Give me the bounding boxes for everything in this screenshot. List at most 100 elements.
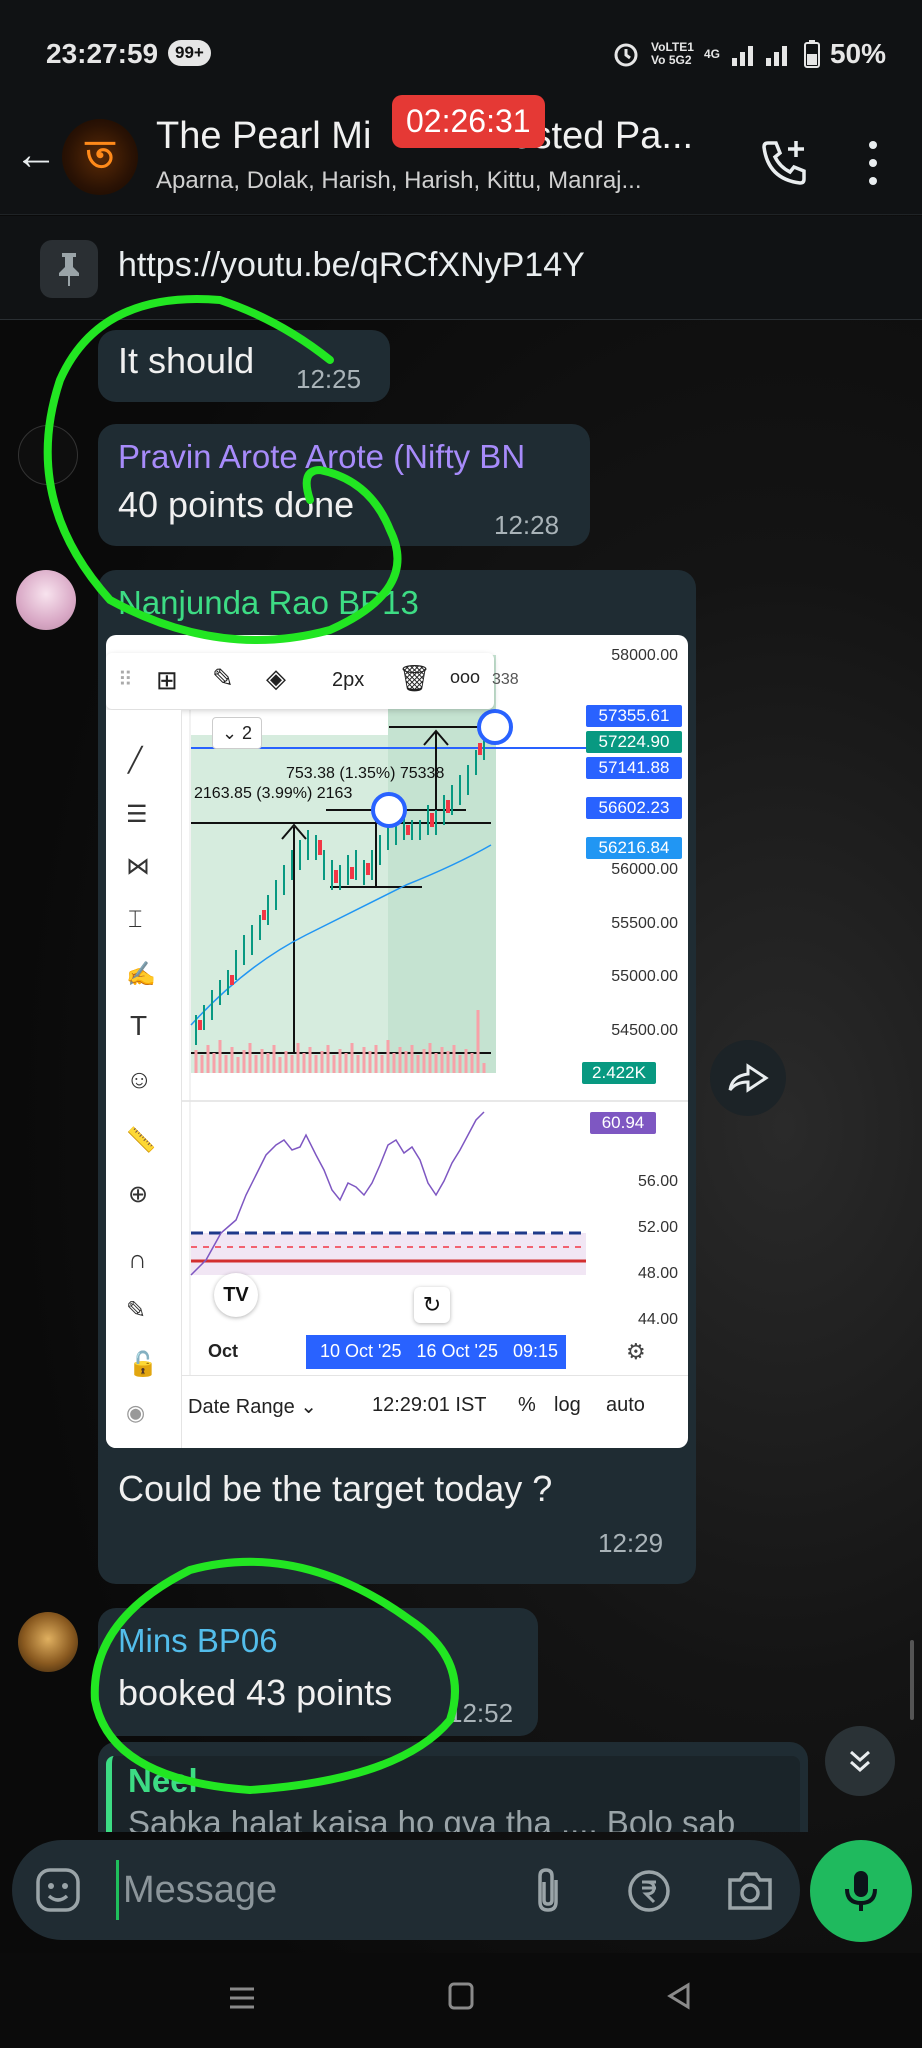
avatar-glyph: ত [85, 134, 115, 176]
sender-avatar[interactable] [18, 425, 78, 485]
collapse-arrow-icon[interactable]: ‹ [166, 1299, 173, 1325]
message-compose-bar [12, 1840, 800, 1940]
signal-icon [731, 46, 787, 66]
more-options-icon[interactable] [860, 137, 886, 189]
reset-icon[interactable]: ↻ [414, 1287, 450, 1323]
rsi-axis-label: 48.00 [637, 1265, 678, 1282]
date-range-button[interactable]: Date Range ⌄ [188, 1394, 317, 1419]
message-bubble[interactable]: Pravin Arote Arote (Nifty BN 40 points d… [98, 424, 590, 546]
rsi-axis-label: 56.00 [637, 1173, 678, 1190]
trash-icon[interactable]: 🗑 [398, 663, 431, 694]
fib-icon[interactable]: ☰ [126, 800, 148, 829]
group-avatar[interactable]: ত [62, 119, 138, 195]
date-range-text: Date Range [188, 1396, 295, 1418]
magnet-icon[interactable]: ∩ [128, 1244, 147, 1275]
member-list[interactable]: Aparna, Dolak, Harish, Harish, Kittu, Ma… [156, 167, 642, 195]
lock-icon[interactable]: 🔓 [128, 1350, 158, 1379]
quote-text: Sabka halat kaisa ho gya tha .... Bolo s… [128, 1804, 736, 1832]
message-bubble[interactable]: It should 12:25 [98, 330, 390, 402]
quoted-message[interactable]: Neel Sabka halat kaisa ho gya tha .... B… [106, 1756, 800, 1832]
percent-toggle[interactable]: % [518, 1394, 536, 1417]
layout-count: 2 [242, 723, 253, 743]
rsi-tag: 60.94 [590, 1112, 656, 1134]
brush-icon[interactable]: ✍ [126, 960, 156, 989]
chat-screen: 23:27:59 99+ VoLTE1 Vo 5G2 4G 50% ← ত Th… [0, 0, 922, 2048]
log-toggle[interactable]: log [554, 1394, 581, 1417]
emoji-icon[interactable]: ☺ [126, 1064, 153, 1095]
fill-color-icon[interactable]: ◈ [266, 663, 286, 694]
scrollbar[interactable] [910, 1640, 914, 1720]
sender-name[interactable]: Mins BP06 [118, 1622, 278, 1660]
ruler-icon[interactable]: 📏 [126, 1126, 156, 1155]
auto-toggle[interactable]: auto [606, 1394, 645, 1417]
eye-icon[interactable]: ◉ [126, 1400, 145, 1426]
message-time: 12:25 [296, 364, 362, 394]
message-text: 40 points done [118, 484, 355, 525]
price-tag: 56216.84 [586, 837, 682, 859]
more-icon[interactable]: ooo [450, 667, 480, 688]
drag-handle [371, 792, 407, 828]
pattern-icon[interactable]: ⋈ [126, 852, 150, 881]
pinned-message[interactable]: https://youtu.be/qRCfXNyP14Y [0, 216, 922, 320]
layout-selector[interactable]: ⌄ 2 [212, 717, 262, 749]
add-call-icon[interactable] [758, 135, 812, 189]
line-width-label[interactable]: 2px [332, 669, 364, 692]
trendline-icon[interactable]: ╱ [128, 746, 142, 775]
price-axis-label: 55000.00 [611, 968, 678, 985]
message-time: 12:52 [448, 1698, 514, 1728]
settings-gear-icon[interactable]: ⚙ [626, 1339, 646, 1365]
call-timer[interactable]: 02:26:31 [392, 95, 545, 148]
volte-2: Vo 5G2 [651, 53, 692, 67]
back-arrow-icon[interactable]: ← [14, 130, 58, 180]
title-part-1: The Pearl Mi [156, 115, 372, 157]
camera-icon[interactable] [726, 1868, 774, 1912]
forward-button[interactable] [710, 1040, 786, 1116]
price-tag: 57355.61 [586, 705, 682, 727]
back-nav-icon[interactable] [664, 1981, 694, 2011]
sticker-icon[interactable] [34, 1866, 82, 1914]
zoom-icon[interactable]: ⊕ [128, 1180, 148, 1209]
tradingview-logo: TV [214, 1273, 258, 1317]
pencil-icon[interactable]: ✎ [212, 663, 234, 694]
price-tag: 56602.23 [586, 797, 682, 819]
rupee-payment-icon[interactable] [626, 1868, 672, 1914]
status-bar: 23:27:59 99+ VoLTE1 Vo 5G2 4G 50% [0, 0, 922, 105]
sender-name[interactable]: Pravin Arote Arote (Nifty BN [118, 438, 525, 476]
alarm-icon [614, 43, 638, 67]
sender-avatar[interactable] [18, 1612, 78, 1672]
rsi-band [191, 1233, 586, 1275]
message-time: 12:29 [598, 1528, 664, 1558]
scroll-to-bottom-button[interactable] [825, 1726, 895, 1796]
battery-percent: 50% [829, 38, 886, 69]
text-tool-icon[interactable]: T [130, 1010, 147, 1042]
projection-icon[interactable]: ⌶ [128, 906, 142, 934]
pin-icon [40, 240, 98, 298]
chart-image[interactable]: ⠿ ⊞ ✎ ◈ 2px 🗑 ooo 338 ╱ ☰ ⋈ ⌶ ✍ T ☺ 📏 ⊕ … [106, 635, 688, 1448]
volume-tag: 2.422K [582, 1062, 656, 1084]
forward-icon [728, 1063, 769, 1093]
drawing-tools-panel: ╱ ☰ ⋈ ⌶ ✍ T ☺ 📏 ⊕ ∩ ✎ 🔓 ◉ [106, 710, 182, 1448]
double-chevron-down-icon [850, 1750, 870, 1773]
message-text: booked 43 points [118, 1672, 393, 1713]
message-caption: Could be the target today ? [118, 1468, 553, 1509]
price-axis-label: 55500.00 [611, 915, 678, 932]
system-navigation-bar [0, 1953, 922, 2048]
pinned-link[interactable]: https://youtu.be/qRCfXNyP14Y [118, 246, 585, 285]
message-input[interactable] [116, 1860, 516, 1920]
sender-name[interactable]: Nanjunda Rao BP13 [118, 584, 419, 622]
chart-bottom-bar: Date Range ⌄ 12:29:01 IST % log auto [182, 1375, 688, 1435]
message-bubble[interactable]: Mins BP06 booked 43 points 12:52 [98, 1608, 538, 1736]
drag-grip-icon[interactable]: ⠿ [118, 667, 133, 692]
message-bubble[interactable]: Neel Sabka halat kaisa ho gya tha .... B… [98, 1742, 808, 1832]
attach-icon[interactable] [530, 1866, 566, 1916]
status-icons: VoLTE1 Vo 5G2 4G 50% [611, 38, 886, 70]
microphone-icon [845, 1871, 877, 1911]
recent-apps-icon[interactable] [226, 1983, 258, 2013]
lock-drawing-icon[interactable]: ✎ [126, 1296, 146, 1325]
volte-1: VoLTE1 [651, 40, 694, 54]
template-icon[interactable]: ⊞ [156, 665, 178, 696]
home-icon[interactable] [447, 1981, 475, 2011]
price-tag: 57141.88 [586, 757, 682, 779]
sender-avatar[interactable] [16, 570, 76, 630]
voice-message-button[interactable] [810, 1840, 912, 1942]
